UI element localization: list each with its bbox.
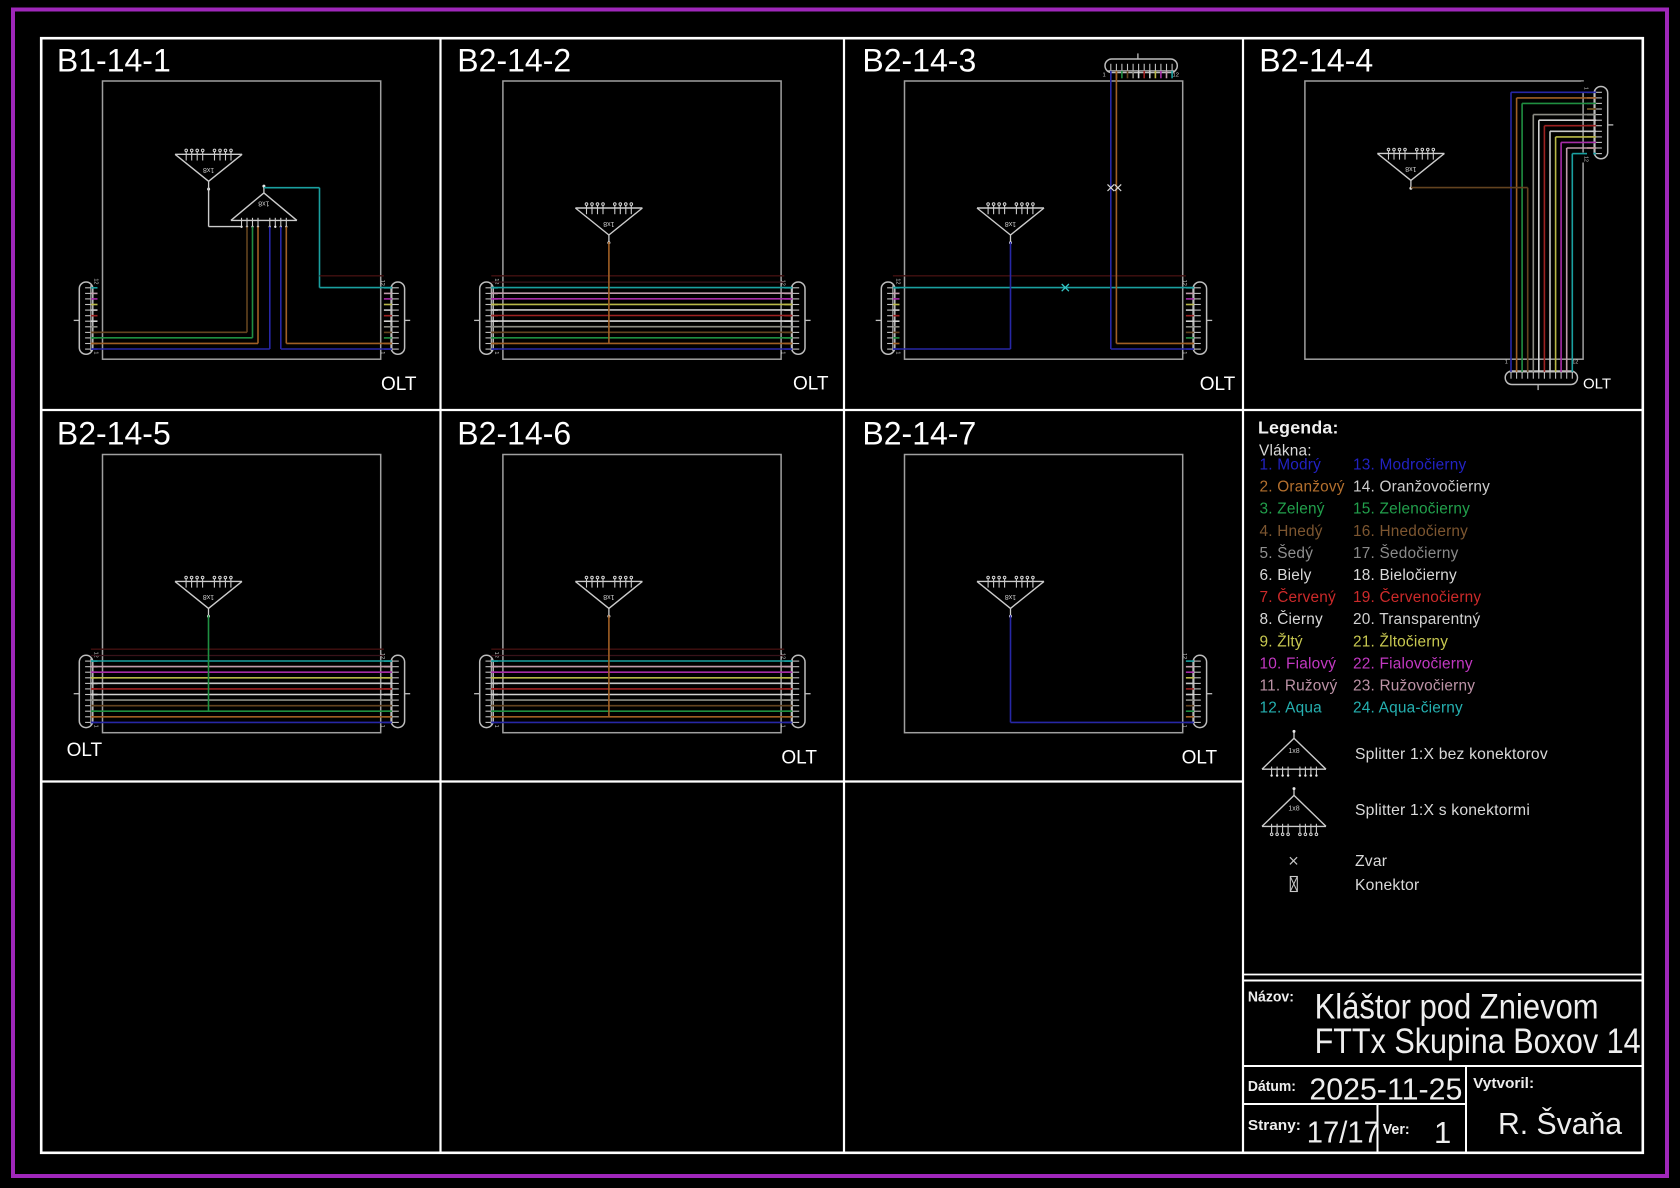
svg-text:7. Červený: 7. Červený bbox=[1260, 589, 1337, 606]
svg-text:3. Zelený: 3. Zelený bbox=[1260, 501, 1325, 518]
svg-text:OLT: OLT bbox=[781, 748, 817, 769]
svg-text:B2-14-4: B2-14-4 bbox=[1259, 42, 1373, 78]
svg-text:Vytvoril:: Vytvoril: bbox=[1473, 1075, 1534, 1092]
svg-text:1: 1 bbox=[493, 351, 499, 354]
svg-text:Kláštor pod Znievom: Kláštor pod Znievom bbox=[1315, 988, 1599, 1027]
svg-text:1: 1 bbox=[493, 725, 499, 728]
svg-text:1x8: 1x8 bbox=[1405, 165, 1416, 172]
svg-text:B2-14-7: B2-14-7 bbox=[862, 416, 976, 452]
svg-text:Legenda:: Legenda: bbox=[1258, 418, 1339, 438]
svg-text:R. Švaňa: R. Švaňa bbox=[1498, 1106, 1623, 1141]
svg-text:1: 1 bbox=[93, 351, 99, 354]
svg-text:B1-14-1: B1-14-1 bbox=[57, 42, 171, 78]
svg-text:12: 12 bbox=[780, 280, 786, 286]
svg-text:Konektor: Konektor bbox=[1355, 877, 1419, 894]
svg-text:Splitter 1:X bez konektorov: Splitter 1:X bez konektorov bbox=[1355, 746, 1548, 763]
svg-text:14. Oranžovočierny: 14. Oranžovočierny bbox=[1353, 479, 1490, 496]
svg-text:16. Hnedočierny: 16. Hnedočierny bbox=[1353, 523, 1468, 540]
svg-text:12: 12 bbox=[1582, 156, 1588, 162]
svg-text:1x8: 1x8 bbox=[1288, 748, 1299, 755]
svg-text:24. Aqua-čierny: 24. Aqua-čierny bbox=[1353, 700, 1463, 717]
svg-text:1: 1 bbox=[895, 351, 901, 354]
svg-text:1: 1 bbox=[1505, 360, 1508, 366]
svg-text:4. Hnedý: 4. Hnedý bbox=[1260, 523, 1323, 540]
svg-text:1: 1 bbox=[379, 351, 385, 354]
svg-text:12: 12 bbox=[93, 278, 99, 284]
svg-text:12. Aqua: 12. Aqua bbox=[1260, 700, 1323, 717]
svg-text:FTTx Skupina Boxov 14: FTTx Skupina Boxov 14 bbox=[1315, 1022, 1641, 1061]
svg-text:1: 1 bbox=[780, 725, 786, 728]
svg-text:1: 1 bbox=[1181, 725, 1187, 728]
svg-text:5. Šedý: 5. Šedý bbox=[1260, 545, 1314, 562]
svg-text:1: 1 bbox=[1103, 73, 1106, 79]
svg-text:23. Ružovočierny: 23. Ružovočierny bbox=[1353, 678, 1475, 695]
svg-text:12: 12 bbox=[1173, 73, 1179, 79]
svg-text:12: 12 bbox=[379, 280, 385, 286]
svg-text:10. Fialový: 10. Fialový bbox=[1260, 655, 1337, 672]
svg-text:Zvar: Zvar bbox=[1355, 853, 1387, 870]
svg-text:OLT: OLT bbox=[1583, 375, 1611, 392]
svg-text:B2-14-3: B2-14-3 bbox=[862, 42, 976, 78]
svg-text:1x8: 1x8 bbox=[1288, 805, 1299, 812]
svg-text:17. Šedočierny: 17. Šedočierny bbox=[1353, 545, 1459, 562]
svg-text:Splitter 1:X s konektormi: Splitter 1:X s konektormi bbox=[1355, 802, 1530, 819]
svg-text:19. Červenočierny: 19. Červenočierny bbox=[1353, 589, 1481, 606]
svg-text:1x8: 1x8 bbox=[1005, 220, 1016, 227]
svg-text:8. Čierny: 8. Čierny bbox=[1260, 611, 1323, 628]
svg-text:B2-14-6: B2-14-6 bbox=[457, 416, 571, 452]
svg-text:2025-11-25: 2025-11-25 bbox=[1309, 1072, 1462, 1107]
svg-text:1x8: 1x8 bbox=[603, 593, 614, 600]
svg-text:15. Zelenočierny: 15. Zelenočierny bbox=[1353, 501, 1470, 518]
svg-text:9. Žltý: 9. Žltý bbox=[1260, 633, 1303, 650]
svg-text:Dátum:: Dátum: bbox=[1248, 1078, 1296, 1095]
svg-text:1x8: 1x8 bbox=[203, 593, 214, 600]
svg-text:1x8: 1x8 bbox=[603, 220, 614, 227]
svg-text:11. Ružový: 11. Ružový bbox=[1260, 678, 1338, 695]
svg-text:B2-14-5: B2-14-5 bbox=[57, 416, 171, 452]
svg-text:1: 1 bbox=[1434, 1115, 1451, 1150]
svg-text:1: 1 bbox=[1582, 87, 1588, 90]
svg-text:B2-14-2: B2-14-2 bbox=[457, 42, 571, 78]
svg-text:17/17: 17/17 bbox=[1307, 1114, 1380, 1149]
svg-text:OLT: OLT bbox=[67, 740, 103, 761]
svg-text:12: 12 bbox=[493, 652, 499, 658]
svg-text:12: 12 bbox=[1181, 653, 1187, 659]
svg-text:OLT: OLT bbox=[1200, 374, 1236, 395]
svg-text:20. Transparentný: 20. Transparentný bbox=[1353, 611, 1481, 628]
svg-text:Strany:: Strany: bbox=[1248, 1117, 1301, 1134]
svg-text:12: 12 bbox=[1572, 360, 1578, 366]
svg-text:13. Modročierny: 13. Modročierny bbox=[1353, 457, 1466, 474]
svg-text:OLT: OLT bbox=[1182, 748, 1218, 769]
svg-text:1: 1 bbox=[93, 725, 99, 728]
svg-text:12: 12 bbox=[895, 278, 901, 284]
svg-text:12: 12 bbox=[93, 652, 99, 658]
svg-text:1. Modrý: 1. Modrý bbox=[1260, 457, 1322, 474]
svg-text:1x8: 1x8 bbox=[258, 199, 269, 206]
svg-text:18. Bieločierny: 18. Bieločierny bbox=[1353, 567, 1457, 584]
svg-text:12: 12 bbox=[493, 278, 499, 284]
svg-text:6. Biely: 6. Biely bbox=[1260, 567, 1312, 584]
svg-text:1: 1 bbox=[780, 351, 786, 354]
svg-text:OLT: OLT bbox=[793, 374, 829, 395]
svg-text:1: 1 bbox=[1181, 351, 1187, 354]
svg-text:22. Fialovočierny: 22. Fialovočierny bbox=[1353, 655, 1473, 672]
svg-text:OLT: OLT bbox=[381, 374, 417, 395]
svg-text:2. Oranžový: 2. Oranžový bbox=[1260, 479, 1345, 496]
svg-text:1x8: 1x8 bbox=[203, 166, 214, 173]
svg-text:Ver:: Ver: bbox=[1383, 1121, 1410, 1138]
svg-text:1x8: 1x8 bbox=[1005, 593, 1016, 600]
svg-text:21. Žltočierny: 21. Žltočierny bbox=[1353, 633, 1448, 650]
svg-text:12: 12 bbox=[1181, 280, 1187, 286]
svg-text:1: 1 bbox=[379, 725, 385, 728]
svg-text:Názov:: Názov: bbox=[1248, 989, 1294, 1006]
